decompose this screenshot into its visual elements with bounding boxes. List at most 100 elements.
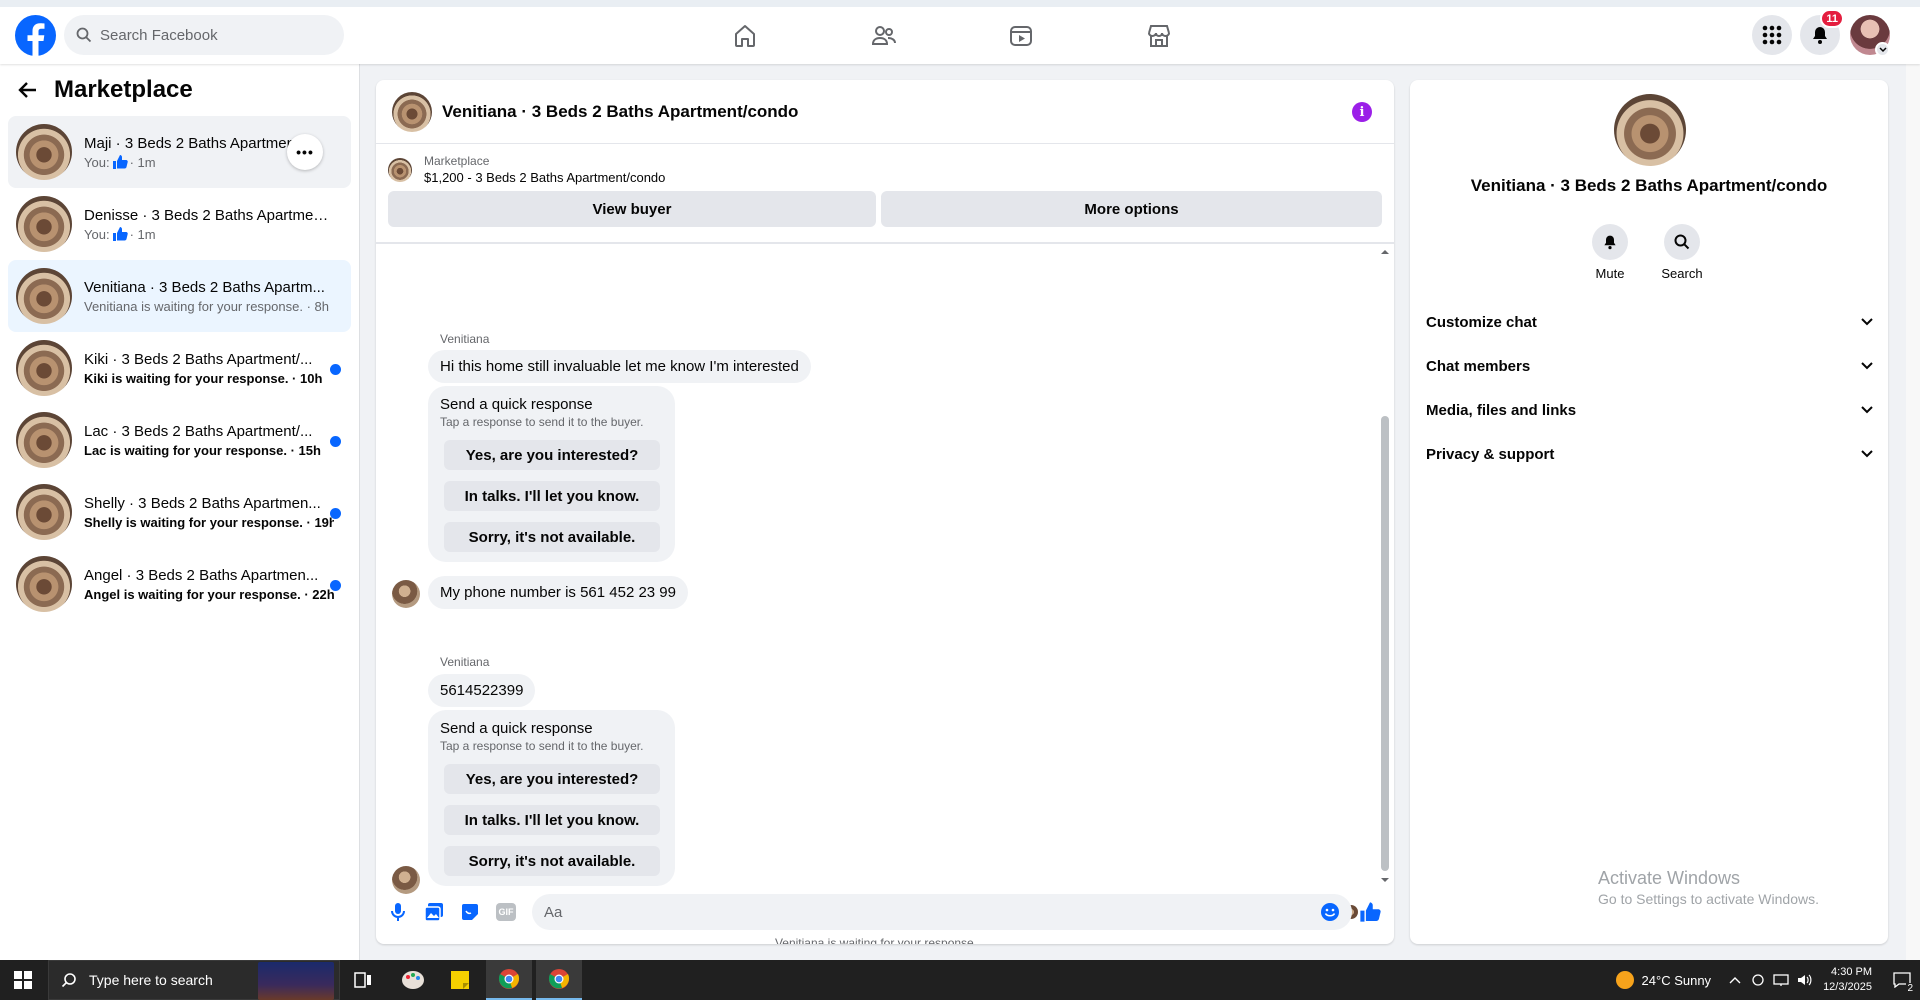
- onedrive-icon[interactable]: [1751, 973, 1765, 987]
- network-icon[interactable]: [1773, 973, 1789, 987]
- mute-button[interactable]: Mute: [1580, 224, 1640, 281]
- clock-time: 4:30 PM: [1831, 966, 1872, 978]
- chat-title[interactable]: Venitiana · 3 Beds 2 Baths Apartment/con…: [442, 102, 798, 122]
- search-in-conversation-button[interactable]: Search: [1652, 224, 1712, 281]
- conversation-item-denisse[interactable]: Denisse · 3 Beds 2 Baths Apartmen... You…: [8, 188, 351, 260]
- like-send-icon[interactable]: [1358, 900, 1382, 924]
- conversation-prefix: You:: [84, 154, 110, 170]
- system-tray: 24°C Sunny 4:30 PM 12/3/2025 2: [1615, 960, 1920, 1000]
- home-icon[interactable]: [730, 21, 760, 51]
- scrollbar-thumb[interactable]: [1381, 416, 1389, 871]
- emoji-icon[interactable]: [1318, 900, 1342, 924]
- clock-date: 12/3/2025: [1823, 981, 1872, 993]
- volume-icon[interactable]: [1797, 973, 1813, 987]
- quick-response-card: Send a quick response Tap a response to …: [428, 710, 675, 886]
- conversation-status: Shelly is waiting for your response. · 1…: [84, 514, 334, 530]
- action-center-count: 2: [1906, 983, 1914, 994]
- section-label: Media, files and links: [1426, 401, 1577, 419]
- conversation-time: · 1m: [129, 226, 156, 242]
- taskbar-search-text: Type here to search: [89, 972, 213, 988]
- sender-name: Venitiana: [440, 332, 490, 346]
- friends-icon[interactable]: [869, 21, 899, 51]
- sticker-icon[interactable]: [458, 900, 482, 924]
- conversation-item-shelly[interactable]: Shelly · 3 Beds 2 Baths Apartmen... Shel…: [8, 476, 351, 548]
- watermark-line2: Go to Settings to activate Windows.: [1598, 891, 1819, 907]
- section-label: Privacy & support: [1426, 445, 1555, 463]
- unread-indicator: [330, 364, 341, 375]
- paint-app-icon[interactable]: [390, 960, 436, 1000]
- conversation-title: Kiki · 3 Beds 2 Baths Apartment/...: [84, 350, 313, 368]
- listing-label: Marketplace: [424, 154, 490, 168]
- chat-listing-thumbnail[interactable]: [392, 91, 432, 132]
- quick-reply-interested-button[interactable]: Yes, are you interested?: [444, 764, 660, 794]
- conversation-item-maji[interactable]: Maji · 3 Beds 2 Baths Apartmen... You: ·…: [8, 116, 351, 188]
- chevron-up-icon[interactable]: [1729, 976, 1741, 984]
- gif-icon[interactable]: GIF: [494, 900, 518, 924]
- more-options-button[interactable]: More options: [881, 191, 1382, 227]
- listing-thumbnail: [16, 268, 72, 324]
- microphone-icon[interactable]: [386, 900, 410, 924]
- facebook-search-input[interactable]: [100, 26, 320, 44]
- action-center-icon[interactable]: 2: [1884, 960, 1920, 1000]
- quick-reply-in-talks-button[interactable]: In talks. I'll let you know.: [444, 805, 660, 835]
- menu-grid-icon[interactable]: [1752, 15, 1792, 55]
- more-options-icon[interactable]: •••: [287, 134, 323, 170]
- chevron-down-icon: [1861, 450, 1873, 458]
- conversation-item-lac[interactable]: Lac · 3 Beds 2 Baths Apartment/... Lac i…: [8, 404, 351, 476]
- like-thumb-icon: [112, 227, 128, 241]
- customize-chat-section[interactable]: Customize chat: [1426, 300, 1874, 344]
- conversation-title: Venitiana · 3 Beds 2 Baths Apartm...: [84, 278, 325, 296]
- privacy-support-section[interactable]: Privacy & support: [1426, 432, 1874, 476]
- watermark-line1: Activate Windows: [1598, 868, 1741, 888]
- watch-video-icon[interactable]: [1006, 21, 1036, 51]
- system-clock[interactable]: 4:30 PM 12/3/2025: [1823, 965, 1872, 995]
- back-arrow-icon[interactable]: [18, 80, 38, 100]
- sidebar-header: Marketplace: [0, 64, 359, 116]
- page-scrollbar[interactable]: [1906, 64, 1920, 960]
- quick-reply-interested-button[interactable]: Yes, are you interested?: [444, 440, 660, 470]
- quick-reply-not-available-button[interactable]: Sorry, it's not available.: [444, 846, 660, 876]
- quick-reply-in-talks-button[interactable]: In talks. I'll let you know.: [444, 481, 660, 511]
- notifications-bell-icon[interactable]: 11: [1800, 9, 1844, 55]
- listing-thumbnail: [16, 484, 72, 540]
- message-input[interactable]: [544, 903, 1304, 921]
- chevron-down-icon[interactable]: [1875, 42, 1890, 57]
- chrome-profile-icon[interactable]: [536, 960, 582, 1000]
- chevron-down-icon: [1861, 362, 1873, 370]
- windows-start-icon[interactable]: [0, 960, 46, 1000]
- quick-reply-not-available-button[interactable]: Sorry, it's not available.: [444, 522, 660, 552]
- listing-price: $1,200 - 3 Beds 2 Baths Apartment/condo: [424, 170, 666, 185]
- facebook-search-box[interactable]: [64, 15, 344, 55]
- sticky-notes-icon[interactable]: [437, 960, 483, 1000]
- conversation-status: Kiki is waiting for your response. · 10h: [84, 370, 323, 386]
- facebook-logo-icon[interactable]: [15, 15, 56, 56]
- details-title: Venitiana · 3 Beds 2 Baths Apartment/con…: [1470, 176, 1828, 195]
- conversation-item-venitiana[interactable]: Venitiana · 3 Beds 2 Baths Apartm... Ven…: [8, 260, 351, 332]
- listing-thumbnail: [16, 412, 72, 468]
- conversation-item-kiki[interactable]: Kiki · 3 Beds 2 Baths Apartment/... Kiki…: [8, 332, 351, 404]
- conversation-item-angel[interactable]: Angel · 3 Beds 2 Baths Apartmen... Angel…: [8, 548, 351, 620]
- conversation-status: Angel is waiting for your response. · 22…: [84, 586, 334, 602]
- weather-text[interactable]: 24°C Sunny: [1642, 973, 1712, 988]
- listing-small-thumbnail: [388, 157, 412, 182]
- view-buyer-button[interactable]: View buyer: [388, 191, 877, 227]
- chrome-icon[interactable]: [486, 960, 532, 1000]
- task-view-icon[interactable]: [340, 960, 386, 1000]
- search-highlight-image[interactable]: [258, 962, 334, 1000]
- page-title: Marketplace: [54, 76, 193, 103]
- info-icon[interactable]: i: [1352, 102, 1372, 122]
- unread-indicator: [330, 508, 341, 519]
- chat-members-section[interactable]: Chat members: [1426, 344, 1874, 388]
- media-files-links-section[interactable]: Media, files and links: [1426, 388, 1874, 432]
- photo-icon[interactable]: [422, 900, 446, 924]
- chat-scrollbar[interactable]: [1378, 246, 1390, 886]
- marketplace-store-icon[interactable]: [1144, 21, 1174, 51]
- details-listing-thumbnail[interactable]: [1614, 94, 1686, 166]
- message-input-box[interactable]: [532, 894, 1352, 930]
- conversation-title: Angel · 3 Beds 2 Baths Apartmen...: [84, 566, 319, 584]
- chat-panel: Venitiana · 3 Beds 2 Baths Apartment/con…: [376, 80, 1394, 944]
- listing-thumbnail: [16, 124, 72, 180]
- sender-avatar[interactable]: [392, 580, 420, 608]
- search-icon: [76, 27, 92, 43]
- weather-icon[interactable]: [1615, 971, 1634, 989]
